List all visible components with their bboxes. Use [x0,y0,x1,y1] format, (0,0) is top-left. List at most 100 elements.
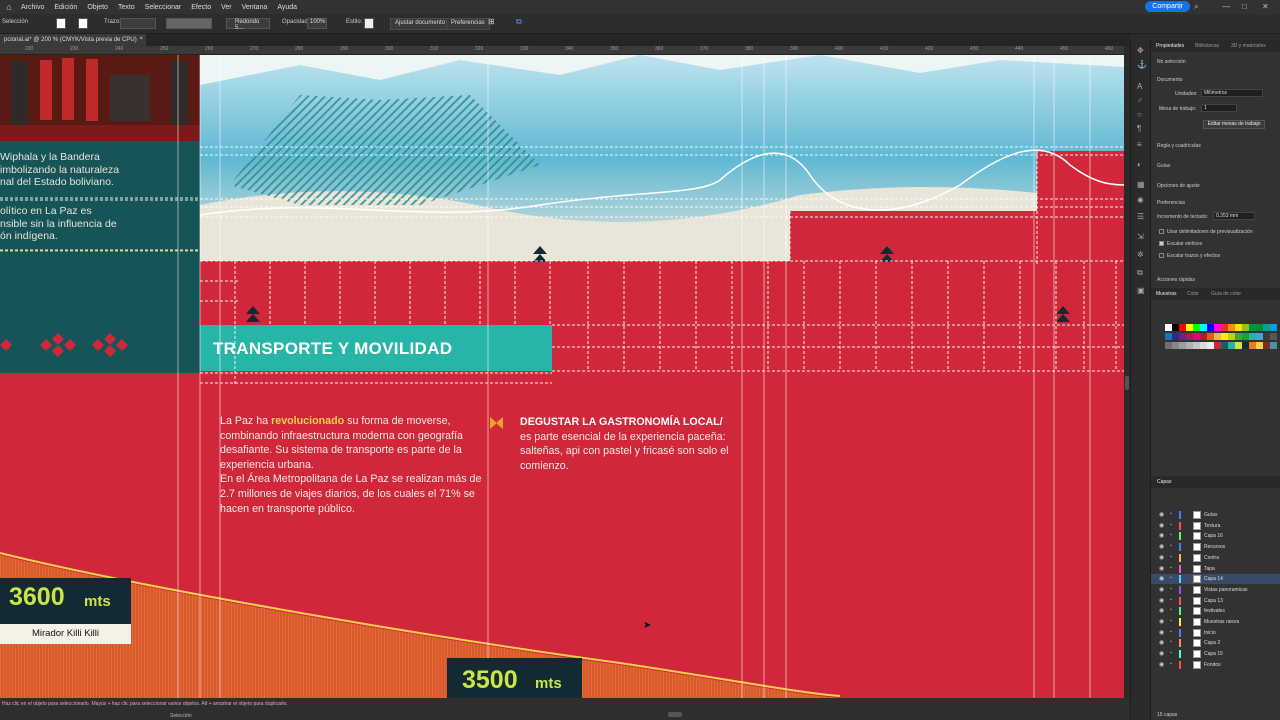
transform-icon[interactable]: ⧉ [516,17,522,27]
eye-icon[interactable]: ◉ [1159,629,1164,636]
brush-field[interactable]: Redondo 5... [226,18,270,31]
lock-icon[interactable]: ▪ [1170,554,1172,560]
eye-icon[interactable]: ◉ [1159,607,1164,614]
layer-row[interactable]: ◉ ▪ Inicio [1151,628,1280,638]
layer-row[interactable]: ◉ ▪ Fondos [1151,660,1280,670]
preferences-button[interactable]: Preferencias [446,18,490,30]
menu-archivo[interactable]: Archivo [16,4,49,11]
swatch[interactable] [1270,333,1277,340]
lock-icon[interactable]: ⚓ [1137,60,1147,69]
layer-row[interactable]: ◉ ▪ Capa 16 [1151,531,1280,541]
swatch[interactable] [1207,342,1214,349]
swatch[interactable] [1172,333,1179,340]
opacity-field[interactable]: 100% [307,18,327,29]
lock-icon[interactable]: ▪ [1170,575,1172,581]
swatch[interactable] [1249,324,1256,331]
sun-icon[interactable]: ✺ [1137,196,1144,205]
glyph-icon[interactable]: ♂ [1137,96,1143,105]
eye-icon[interactable]: ◉ [1159,543,1164,550]
swatch[interactable] [1207,324,1214,331]
eye-icon[interactable]: ◉ [1159,522,1164,529]
swatch[interactable] [1249,342,1256,349]
adjust-document-button[interactable]: Ajustar documento [390,18,451,30]
search-icon[interactable]: ⌕ [1194,2,1198,12]
eye-icon[interactable]: ◉ [1159,661,1164,668]
stroke-swatch[interactable] [78,18,88,29]
swatch[interactable] [1249,333,1256,340]
eye-icon[interactable]: ◉ [1159,565,1164,572]
eye-icon[interactable]: ◉ [1159,639,1164,646]
layer-row[interactable]: ◉ ▪ Capa 14 [1151,574,1280,585]
layer-row[interactable]: ◉ ▪ Capa 13 [1151,596,1280,606]
eye-icon[interactable]: ◉ [1159,650,1164,657]
swatch[interactable] [1256,342,1263,349]
palette-icon[interactable]: ◐ [1137,160,1142,169]
swatch[interactable] [1242,324,1249,331]
swatch[interactable] [1214,342,1221,349]
edit-artboards-button[interactable]: Editar mesas de trabajo [1203,120,1265,129]
swatch[interactable] [1193,333,1200,340]
swatch[interactable] [1165,342,1172,349]
lock-icon[interactable]: ▪ [1170,629,1172,635]
circle-icon[interactable]: ○ [1137,110,1142,119]
swatch[interactable] [1200,324,1207,331]
lock-icon[interactable]: ▪ [1170,543,1172,549]
layer-row[interactable]: ◉ ▪ Vistas panoramicas [1151,585,1280,595]
swatch[interactable] [1214,324,1221,331]
preview-bounds-checkbox[interactable] [1159,229,1164,234]
lock-icon[interactable]: ▪ [1170,586,1172,592]
eye-icon[interactable]: ◉ [1159,586,1164,593]
swatch[interactable] [1207,333,1214,340]
swatch[interactable] [1179,342,1186,349]
swatch[interactable] [1242,333,1249,340]
swatch[interactable] [1179,324,1186,331]
layer-row[interactable]: ◉ ▪ festivales [1151,606,1280,616]
share-button[interactable]: Compartir [1145,1,1190,12]
swatch[interactable] [1270,324,1277,331]
lock-icon[interactable]: ▪ [1170,607,1172,613]
lock-icon[interactable]: ▪ [1170,639,1172,645]
swatch[interactable] [1242,342,1249,349]
eye-icon[interactable]: ◉ [1159,618,1164,625]
swatch[interactable] [1263,324,1270,331]
artboard-canvas[interactable]: Wiphala y la Bandera imbolizando la natu… [0,55,1124,698]
swatch[interactable] [1186,324,1193,331]
swatch[interactable] [1235,333,1242,340]
swatch[interactable] [1186,342,1193,349]
swatch[interactable] [1214,333,1221,340]
menu-efecto[interactable]: Efecto [186,4,216,11]
tab-3d[interactable]: 3D y materiales [1231,43,1266,49]
swatch[interactable] [1193,324,1200,331]
style-swatch[interactable] [364,18,374,29]
lines-icon[interactable]: ≡ [1137,140,1142,149]
swatch[interactable] [1235,342,1242,349]
menu-ayuda[interactable]: Ayuda [272,4,302,11]
eye-icon[interactable]: ◉ [1159,575,1164,582]
maximize-icon[interactable]: □ [1242,2,1247,11]
eye-icon[interactable]: ◉ [1159,532,1164,539]
swatch[interactable] [1228,342,1235,349]
layer-row[interactable]: ◉ ▪ Contra [1151,553,1280,563]
lock-icon[interactable]: ▪ [1170,661,1172,667]
lock-icon[interactable]: ▪ [1170,650,1172,656]
swatch[interactable] [1235,324,1242,331]
eye-icon[interactable]: ◉ [1159,597,1164,604]
gear-icon[interactable]: ✲ [1137,250,1144,259]
menu-objeto[interactable]: Objeto [82,4,113,11]
swatch[interactable] [1256,333,1263,340]
tab-color[interactable]: Color [1187,291,1199,297]
close-icon[interactable]: ✕ [1262,2,1269,11]
swatch[interactable] [1179,333,1186,340]
move-icon[interactable]: ✥ [1137,46,1144,55]
eye-icon[interactable]: ◉ [1159,554,1164,561]
paragraph-icon[interactable]: ¶ [1137,124,1141,133]
tab-color-guide[interactable]: Guía de color [1211,291,1241,297]
scale-corners-checkbox[interactable] [1159,241,1164,246]
stack-icon[interactable]: ☰ [1137,212,1144,221]
menu-seleccionar[interactable]: Seleccionar [140,4,187,11]
layer-row[interactable]: ◉ ▪ Guías [1151,510,1280,520]
swatch[interactable] [1172,342,1179,349]
grid-icon[interactable]: ▦ [1137,180,1145,189]
swatch[interactable] [1221,333,1228,340]
layer-row[interactable]: ◉ ▪ Capa 2 [1151,638,1280,648]
